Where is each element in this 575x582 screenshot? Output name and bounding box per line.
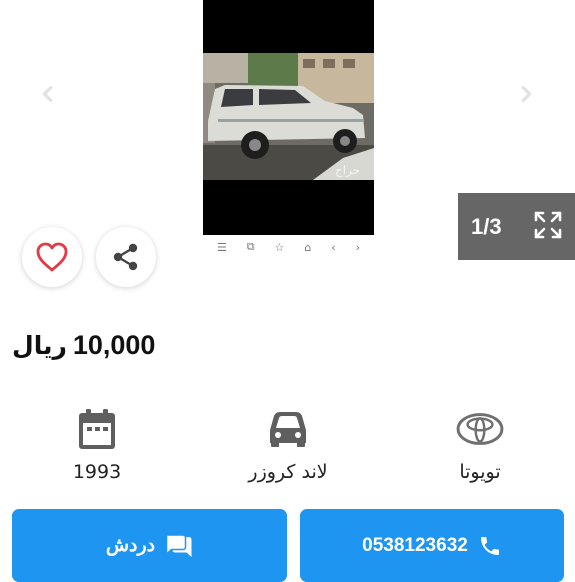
back-icon[interactable]: ‹ [331, 241, 335, 254]
home-icon[interactable]: ⌂ [304, 241, 311, 254]
photo-watermark: حراج [335, 163, 360, 178]
next-image-button[interactable] [512, 80, 540, 108]
tabs-icon[interactable]: ⧉ [247, 240, 255, 254]
image-counter-panel: 1/3 [458, 193, 575, 260]
listing-price: 10,000 ريال [12, 330, 155, 361]
previous-image-button[interactable] [34, 80, 62, 108]
calendar-icon [73, 405, 121, 453]
spec-make: تويوتا [410, 405, 550, 483]
chevron-left-icon [42, 85, 53, 103]
car-icon [264, 405, 312, 453]
car-photo: حراج [203, 53, 374, 180]
fullscreen-icon[interactable] [532, 209, 564, 241]
share-button[interactable] [96, 227, 156, 287]
spec-model-value: لاند كروزر [248, 461, 328, 483]
chat-icon [165, 533, 192, 557]
heart-icon [36, 242, 68, 272]
spec-make-value: تويوتا [459, 461, 501, 483]
call-button[interactable]: 0538123632 [300, 509, 564, 582]
menu-icon[interactable]: ☰ [217, 241, 227, 254]
spec-year-value: 1993 [72, 461, 122, 483]
car-photo-frame[interactable]: حراج [203, 0, 374, 235]
price-currency: ريال [12, 331, 67, 360]
price-value: 10,000 [72, 330, 156, 360]
phone-icon [480, 536, 499, 555]
browser-toolbar: ☰ ⧉ ☆ ⌂ ‹ › [203, 236, 374, 258]
forward-icon[interactable]: › [356, 241, 360, 254]
share-icon [113, 243, 138, 271]
chat-button-label: دردش [105, 535, 156, 556]
toyota-logo-icon [456, 405, 504, 453]
spec-year: 1993 [27, 405, 167, 483]
spec-model: لاند كروزر [218, 405, 358, 483]
image-counter: 1/3 [471, 213, 502, 239]
star-icon[interactable]: ☆ [275, 241, 285, 254]
favorite-button[interactable] [22, 227, 82, 287]
chat-button[interactable]: دردش [12, 509, 287, 582]
phone-number: 0538123632 [362, 534, 468, 556]
chevron-right-icon [521, 85, 532, 103]
